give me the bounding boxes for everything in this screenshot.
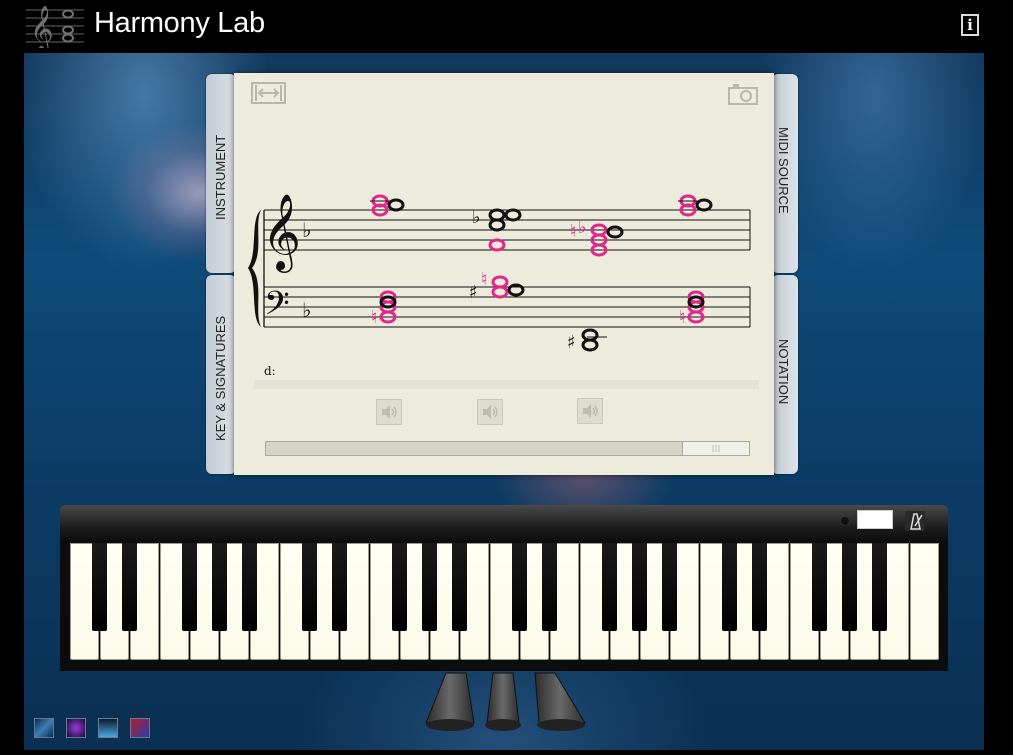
keyboard-toolbar: [60, 505, 948, 542]
scroll-thumb[interactable]: [682, 442, 749, 455]
svg-text:𝄞: 𝄞: [30, 6, 54, 48]
black-key[interactable]: [602, 543, 617, 631]
app-title: Harmony Lab: [94, 7, 265, 39]
treble-clef: 𝄞: [262, 193, 301, 273]
tempo-indicator: [841, 517, 849, 525]
app-header: 𝄞 Harmony Lab i: [0, 0, 1013, 52]
svg-text:♮: ♮: [371, 307, 377, 328]
info-icon: i: [967, 16, 973, 34]
chord-1: ♮: [370, 194, 405, 328]
speaker-icon: [382, 405, 397, 419]
key-flat-bass: ♭: [302, 298, 311, 322]
tab-midi-source[interactable]: MIDI SOURCE: [772, 74, 798, 273]
bass-clef: 𝄢: [264, 285, 290, 331]
play-chord-2-button[interactable]: [477, 399, 503, 425]
analysis-row: [254, 380, 759, 389]
svg-text:♮: ♮: [481, 269, 487, 290]
tempo-input[interactable]: [857, 510, 893, 529]
score-scrollbar[interactable]: [265, 441, 750, 456]
black-key[interactable]: [662, 543, 677, 631]
black-key[interactable]: [182, 543, 197, 631]
metronome-icon[interactable]: [905, 511, 925, 531]
tab-notation-label: NOTATION: [776, 339, 791, 405]
treble-clef-logo-icon: 𝄞: [26, 6, 84, 48]
black-key[interactable]: [542, 543, 557, 631]
pedal-left[interactable]: [422, 671, 477, 733]
svg-text:♮: ♮: [570, 221, 576, 242]
tab-notation[interactable]: NOTATION: [772, 275, 798, 474]
analysis-key-label: d:: [264, 364, 276, 378]
speaker-icon: [583, 404, 598, 418]
black-key[interactable]: [92, 543, 107, 631]
tab-key-signatures[interactable]: KEY & SIGNATURES: [206, 275, 236, 474]
pedal-middle[interactable]: [479, 671, 529, 733]
black-key[interactable]: [242, 543, 257, 631]
background-option-1[interactable]: [34, 718, 54, 738]
chord-3: ♮ ♭ ♯: [567, 217, 624, 353]
key-flat-treble: ♭: [302, 218, 311, 242]
stage: INSTRUMENT KEY & SIGNATURES MIDI SOURCE …: [24, 53, 984, 750]
score-panel: 𝄞 𝄢 ♭ ♭ ♮ ♭ ♯ ♮ ♮ ♭ ♯ ♮ d:: [234, 73, 774, 475]
svg-text:♯: ♯: [567, 332, 576, 353]
chord-2: ♭ ♯ ♮: [469, 207, 525, 303]
pedal-right[interactable]: [529, 671, 589, 733]
black-key[interactable]: [722, 543, 737, 631]
play-chord-1-button[interactable]: [376, 399, 402, 425]
chord-4: ♮: [678, 194, 713, 328]
music-staff: 𝄞 𝄢 ♭ ♭ ♮ ♭ ♯ ♮ ♮ ♭ ♯ ♮: [248, 193, 751, 353]
white-key[interactable]: [910, 543, 939, 660]
black-key[interactable]: [212, 543, 227, 631]
background-option-3[interactable]: [98, 718, 118, 738]
tab-midi-source-label: MIDI SOURCE: [776, 127, 791, 214]
play-chord-3-button[interactable]: [577, 398, 603, 424]
black-key[interactable]: [812, 543, 827, 631]
background-option-2[interactable]: [66, 718, 86, 738]
black-key[interactable]: [872, 543, 887, 631]
black-key[interactable]: [332, 543, 347, 631]
tab-instrument-label: INSTRUMENT: [213, 134, 228, 220]
black-key[interactable]: [632, 543, 647, 631]
piano-keyboard: [60, 540, 948, 671]
speaker-icon: [483, 405, 498, 419]
tab-key-signatures-label: KEY & SIGNATURES: [213, 315, 228, 441]
black-key[interactable]: [512, 543, 527, 631]
black-key[interactable]: [302, 543, 317, 631]
black-key[interactable]: [422, 543, 437, 631]
info-button[interactable]: i: [961, 14, 979, 36]
tab-instrument[interactable]: INSTRUMENT: [206, 74, 236, 273]
svg-text:♭: ♭: [578, 217, 587, 238]
svg-text:♯: ♯: [469, 282, 478, 303]
black-key[interactable]: [842, 543, 857, 631]
background-option-4[interactable]: [130, 718, 150, 738]
black-key[interactable]: [452, 543, 467, 631]
black-key[interactable]: [752, 543, 767, 631]
svg-text:♮: ♮: [679, 307, 685, 328]
black-key[interactable]: [122, 543, 137, 631]
black-key[interactable]: [392, 543, 407, 631]
svg-text:♭: ♭: [472, 207, 481, 228]
